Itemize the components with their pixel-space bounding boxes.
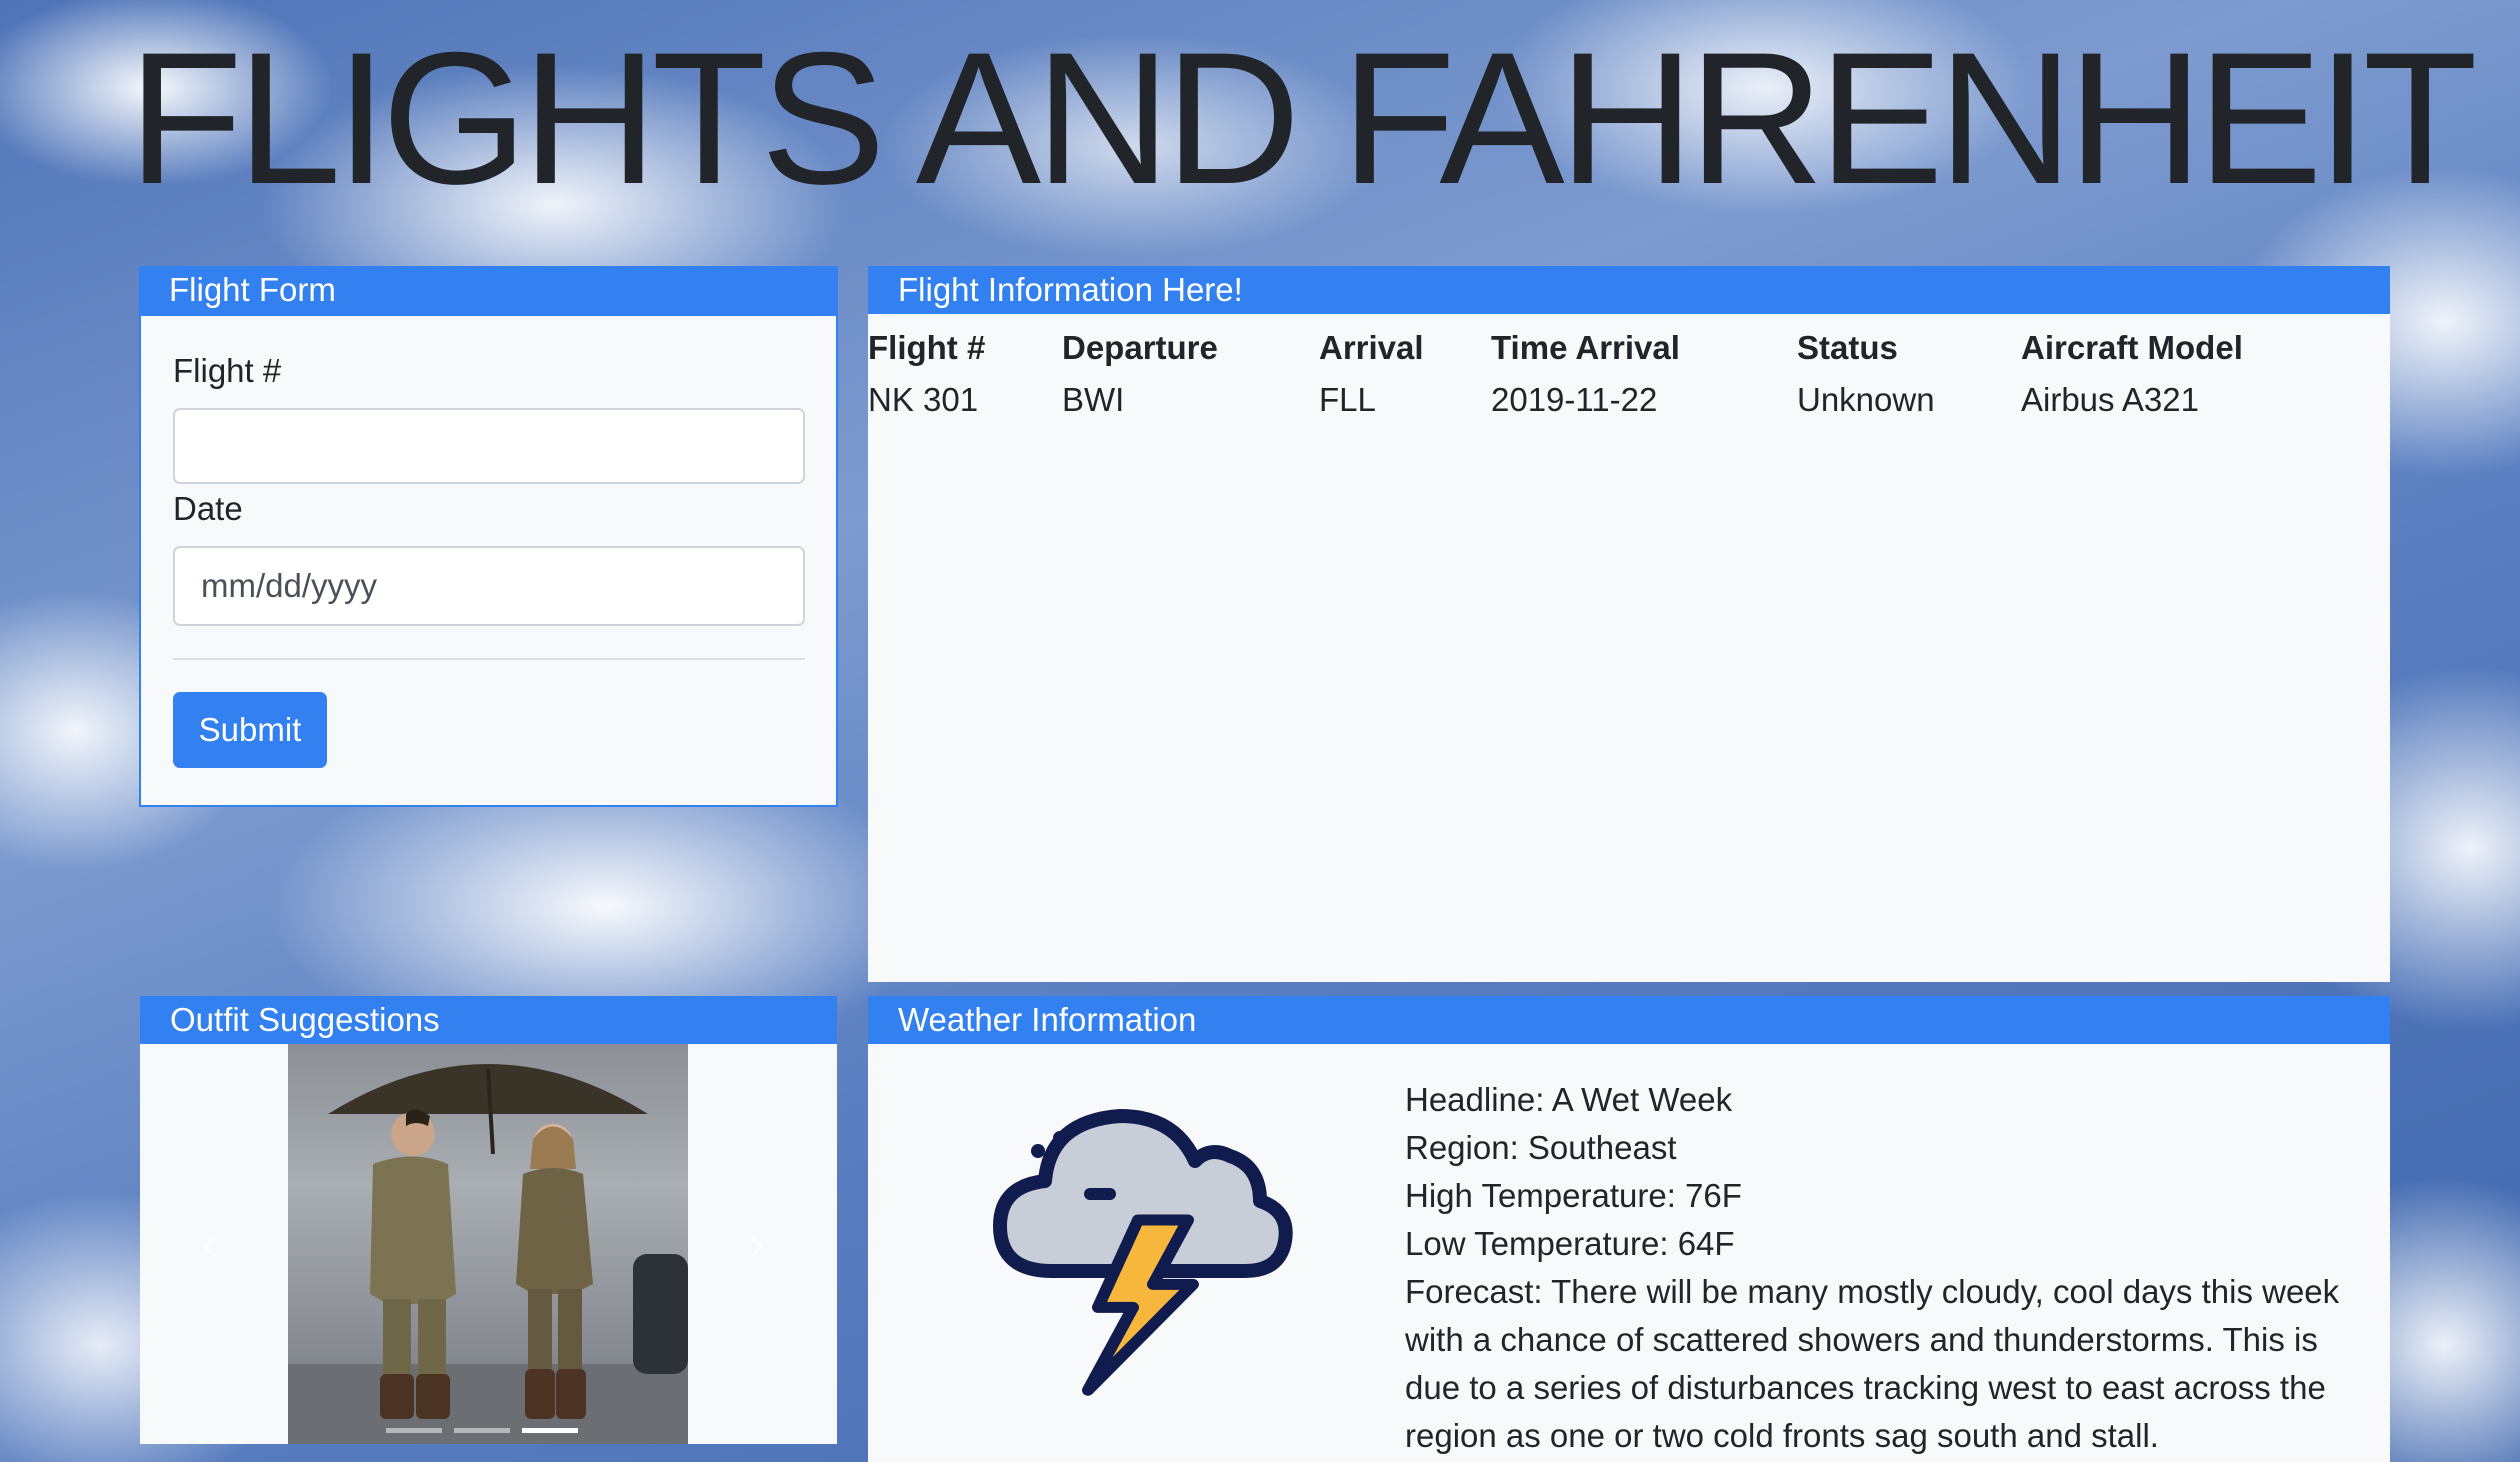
flight-info-card: Flight Information Here! Flight # Depart… bbox=[868, 266, 2390, 982]
form-divider bbox=[173, 658, 805, 660]
column-header-aircraft-model: Aircraft Model bbox=[2021, 329, 2243, 366]
carousel-indicators bbox=[386, 1428, 578, 1433]
cell-aircraft-model: Airbus A321 bbox=[2021, 381, 2199, 418]
carousel-indicator-active[interactable] bbox=[522, 1428, 578, 1433]
outfit-header: Outfit Suggestions bbox=[140, 996, 837, 1044]
carousel-indicator[interactable] bbox=[454, 1428, 510, 1433]
cell-flight: NK 301 bbox=[868, 381, 979, 418]
weather-region: Region: Southeast bbox=[1405, 1129, 1677, 1166]
flight-info-header: Flight Information Here! bbox=[868, 266, 2390, 314]
weather-low-temp: Low Temperature: 64F bbox=[1405, 1225, 1735, 1262]
page-title: FLIGHTS AND FAHRENHEIT bbox=[128, 13, 2478, 223]
column-header-time-arrival: Time Arrival bbox=[1491, 329, 1680, 366]
table-header-row: Flight # Departure Arrival Time Arrival … bbox=[868, 314, 2243, 376]
column-header-status: Status bbox=[1797, 329, 1898, 366]
column-header-departure: Departure bbox=[1062, 329, 1218, 366]
weather-card: Weather Information Headline: A Wet Week… bbox=[868, 996, 2390, 1462]
flight-number-label: Flight # bbox=[173, 352, 282, 389]
column-header-flight: Flight # bbox=[868, 329, 986, 366]
cell-departure: BWI bbox=[1062, 381, 1125, 418]
column-header-arrival: Arrival bbox=[1319, 329, 1424, 366]
date-input[interactable] bbox=[173, 546, 805, 626]
carousel-next-icon[interactable]: › bbox=[748, 1214, 765, 1272]
outfit-card: Outfit Suggestions ‹ › bbox=[140, 996, 837, 1444]
cell-time-arrival: 2019-11-22 bbox=[1491, 381, 1658, 418]
flight-number-input[interactable] bbox=[173, 408, 805, 484]
weather-forecast: Forecast: There will be many mostly clou… bbox=[1405, 1273, 2340, 1454]
carousel-prev-icon[interactable]: ‹ bbox=[202, 1214, 219, 1272]
carousel-indicator[interactable] bbox=[386, 1428, 442, 1433]
weather-high-temp: High Temperature: 76F bbox=[1405, 1177, 1742, 1214]
flight-form-header: Flight Form bbox=[139, 266, 838, 316]
weather-headline: Headline: A Wet Week bbox=[1405, 1081, 1733, 1118]
weather-details: Headline: A Wet Week Region: Southeast H… bbox=[1405, 1076, 2365, 1460]
outfit-carousel: ‹ › bbox=[140, 1044, 837, 1444]
date-label: Date bbox=[173, 490, 243, 527]
outfit-photo bbox=[288, 1044, 688, 1444]
table-row: NK 301 BWI FLL 2019-11-22 Unknown Airbus… bbox=[868, 376, 2243, 424]
cell-arrival: FLL bbox=[1319, 381, 1376, 418]
submit-button[interactable]: Submit bbox=[173, 692, 327, 768]
weather-header: Weather Information bbox=[868, 996, 2390, 1044]
flight-info-table: Flight # Departure Arrival Time Arrival … bbox=[868, 314, 2243, 424]
flight-form-card: Flight Form Flight # Date Submit bbox=[139, 266, 838, 807]
cell-status: Unknown bbox=[1797, 381, 1935, 418]
thunderstorm-cloud-icon bbox=[960, 1046, 1320, 1426]
